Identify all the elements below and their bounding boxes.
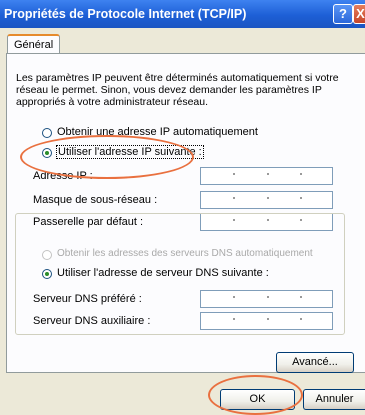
help-icon[interactable]: ? — [333, 4, 353, 24]
ok-button[interactable]: OK — [220, 389, 295, 410]
ip-address-field[interactable] — [200, 167, 333, 185]
radio-ip-manual-text: Utiliser l'adresse IP suivante : — [56, 145, 204, 159]
alternate-dns-field[interactable] — [200, 312, 333, 330]
radio-ip-auto[interactable] — [42, 128, 52, 138]
alternate-dns-label: Serveur DNS auxiliaire : — [33, 315, 151, 327]
close-icon[interactable]: X — [353, 4, 365, 24]
subnet-mask-field[interactable] — [200, 191, 333, 209]
subnet-mask-label: Masque de sous-réseau : — [33, 194, 158, 206]
window-title: Propriétés de Protocole Internet (TCP/IP… — [4, 7, 247, 21]
radio-ip-manual-label[interactable]: Utiliser l'adresse IP suivante : — [56, 145, 204, 159]
advanced-button[interactable]: Avancé... — [276, 352, 354, 373]
title-bar[interactable]: Propriétés de Protocole Internet (TCP/IP… — [0, 0, 365, 28]
tab-general[interactable]: Général — [7, 34, 61, 54]
preferred-dns-label: Serveur DNS préféré : — [33, 293, 142, 305]
preferred-dns-field[interactable] — [200, 290, 333, 308]
radio-dns-manual-label[interactable]: Utiliser l'adresse de serveur DNS suivan… — [57, 267, 271, 279]
intro-text: Les paramètres IP peuvent être déterminé… — [16, 72, 339, 108]
radio-ip-auto-label[interactable]: Obtenir une adresse IP automatiquement — [57, 126, 258, 138]
cancel-button[interactable]: Annuler — [303, 389, 365, 410]
ip-address-label: Adresse IP : — [33, 170, 93, 182]
radio-dns-manual[interactable] — [42, 269, 52, 279]
radio-ip-manual[interactable] — [42, 148, 52, 158]
